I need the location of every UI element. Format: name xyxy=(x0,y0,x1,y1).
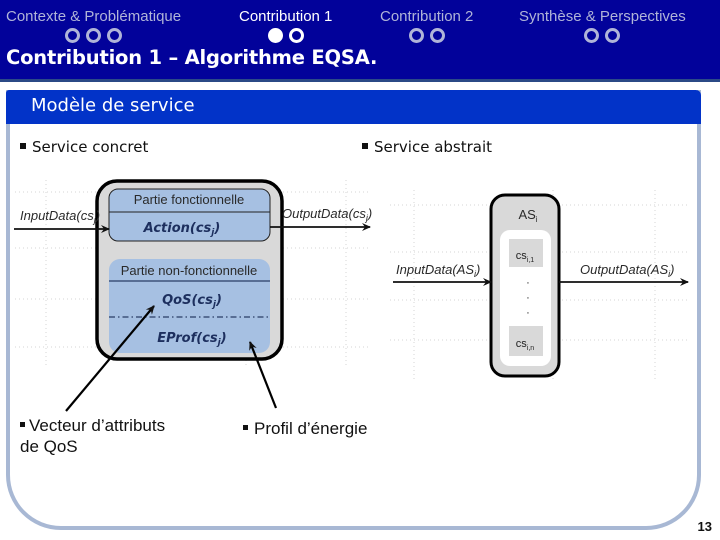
bullet-square-icon xyxy=(20,422,25,428)
ellipsis-dot: · xyxy=(526,277,530,289)
action-label: Action(csj) xyxy=(143,221,221,238)
concrete-output-label: OutputData(csj) xyxy=(282,206,372,223)
qos-vector-line1: Vecteur d’attributs xyxy=(29,416,166,435)
concrete-input-label: InputData(csj) xyxy=(20,208,100,225)
service-model-diagrams: Partie fonctionnelle Action(csj) Partie … xyxy=(14,179,690,412)
abstract-output-label: OutputData(ASi) xyxy=(580,262,675,279)
concrete-service-diagram: Partie fonctionnelle Action(csj) Partie … xyxy=(14,179,372,412)
page-number: 13 xyxy=(697,519,712,534)
bullet-square-icon xyxy=(243,425,248,431)
nonfunctional-part-title: Partie non-fonctionnelle xyxy=(121,263,258,278)
abstract-service-title: ASi xyxy=(518,207,537,224)
qos-vector-line2: de QoS xyxy=(20,437,78,456)
eprof-label: EProf(csj) xyxy=(157,331,226,348)
abstract-service-diagram: ASi csi,1 · · · csi,n InputData(ASi) Out… xyxy=(393,193,689,378)
energy-profile-label: Profil d’énergie xyxy=(254,419,368,438)
abstract-input-label: InputData(ASi) xyxy=(396,262,480,279)
functional-part-title: Partie fonctionnelle xyxy=(134,192,245,207)
ellipsis-dot: · xyxy=(526,292,530,304)
qos-vector-callout: Vecteur d’attributs de QoS xyxy=(20,415,165,457)
ellipsis-dot: · xyxy=(526,307,530,319)
energy-profile-callout: Profil d’énergie xyxy=(243,418,367,439)
